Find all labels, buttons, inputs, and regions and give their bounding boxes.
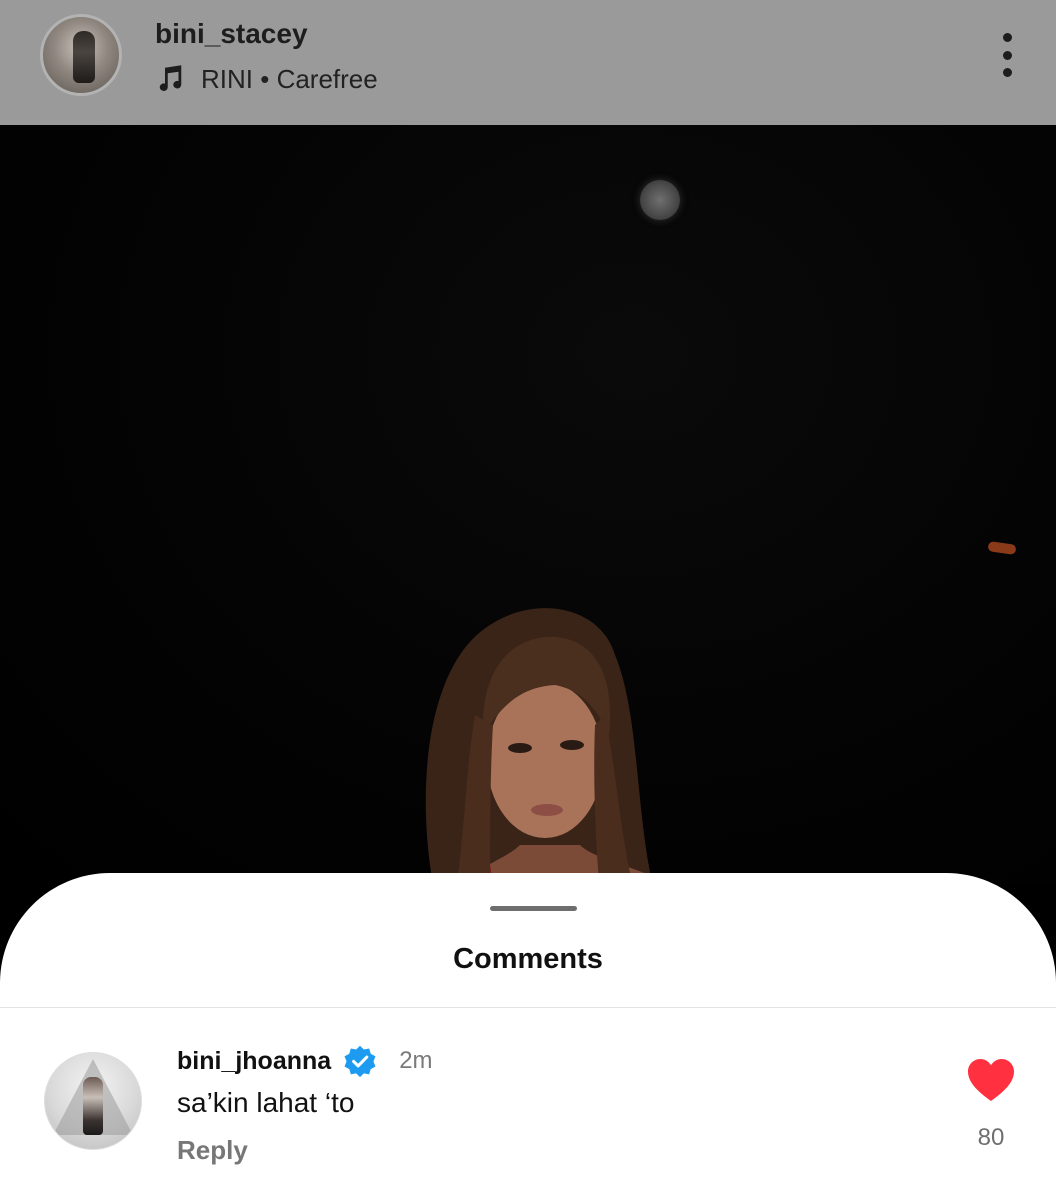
reply-button[interactable]: Reply — [177, 1135, 248, 1166]
sheet-drag-handle[interactable] — [490, 906, 577, 911]
music-track: Carefree — [276, 63, 378, 94]
music-separator: • — [253, 63, 277, 94]
post-author-username[interactable]: bini_stacey — [155, 18, 308, 50]
moon-light — [640, 180, 680, 220]
avatar-figure — [83, 1077, 103, 1135]
comment-like: 80 — [962, 1058, 1020, 1198]
comment-text: sa’kin lahat ‘to — [177, 1087, 355, 1118]
post-photo[interactable] — [0, 125, 1056, 885]
comments-title: Comments — [453, 943, 603, 975]
music-attribution[interactable]: RINI • Carefree — [155, 62, 378, 96]
distant-light — [987, 541, 1017, 555]
comment-item: bini_jhoanna 2m sa’kin lahat ‘to Reply 8… — [0, 1008, 1056, 1200]
like-count: 80 — [977, 1124, 1005, 1151]
verified-badge-icon — [344, 1045, 376, 1078]
music-note-icon — [159, 65, 182, 91]
post-author-avatar[interactable] — [40, 14, 122, 96]
heart-icon[interactable] — [967, 1058, 1015, 1102]
music-artist: RINI — [201, 63, 253, 94]
more-options-button[interactable] — [990, 30, 1024, 80]
comments-sheet: Comments bini_jhoanna 2m sa’kin lahat ‘t… — [0, 873, 1056, 1200]
more-vertical-icon — [1002, 33, 1012, 42]
post-header: bini_stacey RINI • Carefree — [0, 0, 1056, 125]
avatar-figure — [73, 31, 95, 83]
commenter-username[interactable]: bini_jhoanna — [177, 1047, 331, 1076]
commenter-avatar[interactable] — [44, 1052, 142, 1150]
person-figure — [425, 608, 674, 885]
screen: bini_stacey RINI • Carefree Comments bin… — [0, 0, 1056, 1200]
comment-header: bini_jhoanna 2m — [177, 1044, 433, 1078]
comment-timestamp: 2m — [399, 1047, 433, 1074]
